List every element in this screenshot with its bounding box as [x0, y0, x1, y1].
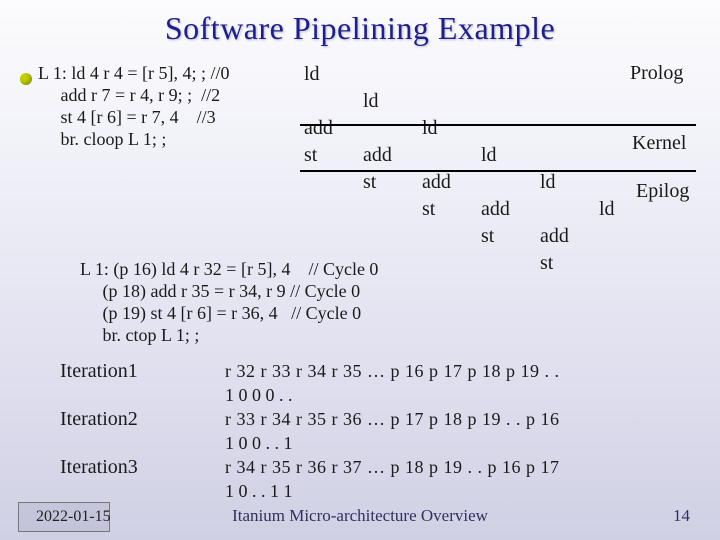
sched-cell [538, 143, 595, 168]
code-block-1: L 1: ld 4 r 4 = [r 5], 4; ; //0 add r 7 … [38, 62, 229, 150]
code-line: br. ctop L 1; ; [80, 324, 378, 346]
sched-cell [538, 62, 595, 87]
code-line: add r 7 = r 4, r 9; ; //2 [38, 84, 229, 106]
iteration-data: r 34 r 35 r 36 r 37 … p 18 p 19 . . p 16… [225, 457, 559, 478]
iteration-data: r 32 r 33 r 34 r 35 … p 16 p 17 p 18 p 1… [225, 361, 559, 382]
sched-cell: add [538, 224, 595, 249]
sched-cell [597, 89, 654, 114]
sched-cell [538, 89, 595, 114]
sched-cell [479, 89, 536, 114]
sched-cell [479, 251, 536, 276]
sched-cell [302, 170, 359, 195]
code-line: (p 18) add r 35 = r 34, r 9 // Cycle 0 [80, 280, 378, 302]
iteration-label: Iteration1 [60, 360, 220, 383]
footer-title: Itanium Micro-architecture Overview [0, 506, 720, 526]
sched-cell: st [538, 251, 595, 276]
sched-cell [538, 197, 595, 222]
sched-cell [479, 116, 536, 141]
iteration-data: r 33 r 34 r 35 r 36 … p 17 p 18 p 19 . .… [225, 409, 559, 430]
sched-cell: add [479, 197, 536, 222]
sched-cell [479, 170, 536, 195]
sched-cell [361, 197, 418, 222]
bullet-icon [20, 73, 32, 85]
code-block-2: L 1: (p 16) ld 4 r 32 = [r 5], 4 // Cycl… [80, 258, 378, 346]
kernel-label: Kernel [632, 132, 686, 155]
iteration-label: Iteration3 [60, 456, 220, 479]
code-line: L 1: ld 4 r 4 = [r 5], 4; ; //0 [38, 62, 229, 84]
iteration-values: 1 0 0 . . 1 [225, 433, 293, 454]
separator-line [300, 170, 696, 172]
sched-cell [420, 143, 477, 168]
sched-cell: ld [479, 143, 536, 168]
sched-cell: ld [361, 89, 418, 114]
sched-cell: ld [302, 62, 359, 87]
sched-cell: ld [538, 170, 595, 195]
epilog-label: Epilog [636, 180, 689, 203]
sched-cell: st [479, 224, 536, 249]
sched-cell [420, 89, 477, 114]
sched-cell [538, 116, 595, 141]
code-line: L 1: (p 16) ld 4 r 32 = [r 5], 4 // Cycl… [80, 258, 378, 280]
sched-cell: st [361, 170, 418, 195]
sched-cell [302, 224, 359, 249]
sched-cell: st [302, 143, 359, 168]
sched-cell [420, 62, 477, 87]
sched-cell: add [420, 170, 477, 195]
sched-cell [361, 116, 418, 141]
sched-cell [361, 224, 418, 249]
code-line: st 4 [r 6] = r 7, 4 //3 [38, 106, 229, 128]
code-line: br. cloop L 1; ; [38, 128, 229, 150]
iteration-values: 1 0 . . 1 1 [225, 481, 293, 502]
pipeline-schedule: ld ld add ld [300, 60, 656, 278]
separator-line [300, 124, 696, 126]
prolog-label: Prolog [630, 62, 683, 85]
sched-cell [420, 251, 477, 276]
sched-cell [597, 224, 654, 249]
sched-cell [361, 62, 418, 87]
code-line: (p 19) st 4 [r 6] = r 36, 4 // Cycle 0 [80, 302, 378, 324]
sched-cell [302, 89, 359, 114]
sched-cell: add [302, 116, 359, 141]
page-number: 14 [673, 506, 690, 526]
sched-cell: add [361, 143, 418, 168]
sched-cell [420, 224, 477, 249]
sched-cell: ld [420, 116, 477, 141]
sched-cell [302, 197, 359, 222]
page-title: Software Pipelining Example [0, 0, 720, 47]
iterations-table: Iteration1 r 32 r 33 r 34 r 35 … p 16 p … [60, 360, 559, 504]
sched-cell [597, 251, 654, 276]
iteration-values: 1 0 0 0 . . [225, 385, 293, 406]
sched-cell [479, 62, 536, 87]
iteration-label: Iteration2 [60, 408, 220, 431]
sched-cell: st [420, 197, 477, 222]
